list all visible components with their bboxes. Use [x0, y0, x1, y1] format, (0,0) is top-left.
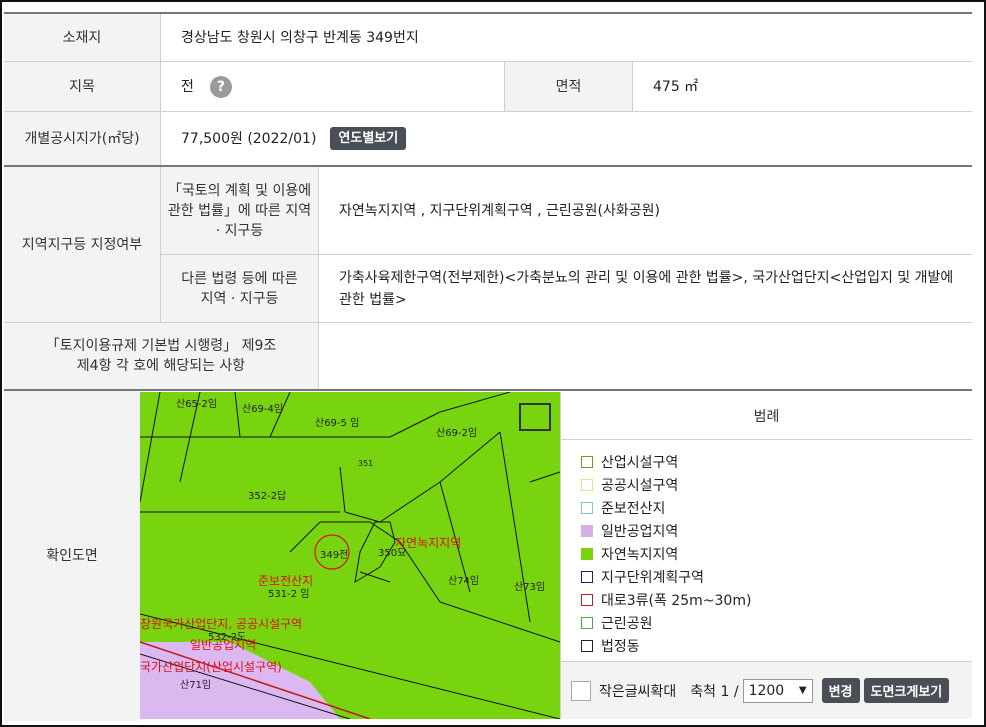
legend-swatch-icon: [581, 455, 593, 468]
fullscreen-icon[interactable]: [520, 404, 550, 430]
small-text-checkbox[interactable]: [571, 680, 591, 701]
zone-label: 준보전산지: [258, 574, 314, 588]
enlarge-map-button[interactable]: 도면크게보기: [863, 678, 950, 703]
yearly-view-button[interactable]: 연도별보기: [330, 127, 407, 150]
legend-item-label: 산업시설구역: [601, 454, 679, 471]
legend-item: 공공시설구역: [581, 473, 972, 496]
zone-label: 자연녹지지역: [395, 536, 462, 550]
chevron-down-icon: ▼: [798, 685, 807, 696]
zoning-label: 지역지구등 지정여부: [4, 167, 160, 322]
legend-item-label: 일반공업지역: [601, 523, 679, 540]
question-icon[interactable]: ?: [209, 75, 232, 98]
legend-item-label: 대로3류(폭 25m~30m): [601, 592, 752, 609]
legend-swatch-icon: [581, 593, 593, 606]
row-map: 확인도면 산65-2임 산69-4임 산69-5 임 산69-2임 351 35…: [4, 391, 972, 721]
legend-title: 범례: [561, 392, 972, 440]
parcel-label: 산69-5 임: [315, 418, 360, 429]
location-value: 경상남도 창원시 의창구 반계동 349번지: [160, 14, 972, 61]
zone-label: 창원국가산업단지, 공공시설구역: [140, 617, 303, 631]
legend-item: 일반공업지역: [581, 519, 972, 542]
land-category-value: 전: [181, 78, 194, 95]
legend-footer: 작은글씨확대 축척 1 / 1200 ▼ 변경 도면크게보기: [561, 661, 972, 719]
legend-item-label: 지구단위계획구역: [601, 569, 705, 586]
map-view[interactable]: 산65-2임 산69-4임 산69-5 임 산69-2임 351 352-2답 …: [140, 392, 560, 719]
legend-swatch-icon: [581, 547, 593, 560]
zoning-sub1-value: 자연녹지지역 , 지구단위계획구역 , 근린공원(사화공원): [318, 167, 972, 255]
parcel-label: 352-2답: [248, 491, 287, 502]
legend-item: 자연녹지지역: [581, 542, 972, 565]
parcel-label: 산69-4임: [242, 404, 284, 415]
official-price-value: 77,500원 (2022/01): [181, 130, 317, 147]
map-label: 확인도면: [4, 391, 140, 721]
parcel-label: 산71임: [180, 680, 212, 691]
scale-select[interactable]: 1200 ▼: [742, 678, 813, 703]
legend-item: 산업시설구역: [581, 450, 972, 473]
row-official-price: 개별공시지가(㎡당) 77,500원 (2022/01) 연도별보기: [4, 112, 972, 167]
legend-item: 근린공원: [581, 611, 972, 634]
parcel-label: 산65-2임: [176, 399, 218, 410]
zone-label: 국가산업단지(산업시설구역): [140, 660, 282, 674]
legend-swatch-icon: [581, 639, 593, 652]
land-category-cell: 전 ?: [160, 62, 504, 111]
legend-item: 준보전산지: [581, 496, 972, 519]
zoning-sub1-label: 「국토의 계획 및 이용에 관한 법률」에 따른 지역 · 지구등: [160, 167, 318, 255]
zone-label: 일반공업지역: [190, 638, 257, 652]
location-label: 소재지: [4, 14, 160, 61]
row-location: 소재지 경상남도 창원시 의창구 반계동 349번지: [4, 14, 972, 62]
small-text-label: 작은글씨확대: [599, 683, 677, 700]
legend-swatch-icon: [581, 524, 593, 537]
area-label: 면적: [504, 62, 632, 111]
zoning-sub2-value: 가축사육제한구역(전부제한)<가축분뇨의 관리 및 이용에 관한 법률>, 국가…: [318, 255, 972, 322]
legend-item-label: 법정동: [601, 638, 640, 655]
parcel-label: 349전: [320, 550, 349, 561]
change-scale-button[interactable]: 변경: [821, 678, 860, 703]
legend-item: 대로3류(폭 25m~30m): [581, 588, 972, 611]
legend-swatch-icon: [581, 501, 593, 514]
legend-item: 지구단위계획구역: [581, 565, 972, 588]
official-price-cell: 77,500원 (2022/01) 연도별보기: [160, 112, 972, 165]
legend-list: 산업시설구역공공시설구역준보전산지일반공업지역자연녹지지역지구단위계획구역대로3…: [561, 440, 972, 657]
row-regulation: 「토지이용규제 기본법 시행령」 제9조 제4항 각 호에 해당되는 사항: [4, 323, 972, 391]
zoning-sub2-label: 다른 법령 등에 따른 지역 · 지구등: [160, 255, 318, 322]
land-info-table: 소재지 경상남도 창원시 의창구 반계동 349번지 지목 전 ? 면적 475…: [4, 12, 972, 721]
parcel-label: 산74임: [448, 576, 480, 587]
legend-swatch-icon: [581, 478, 593, 491]
parcel-label: 산73임: [514, 582, 546, 593]
legend-swatch-icon: [581, 570, 593, 583]
scale-value: 1200: [748, 682, 785, 699]
legend-item-label: 자연녹지지역: [601, 546, 679, 563]
legend-item-label: 준보전산지: [601, 500, 666, 517]
row-zoning: 지역지구등 지정여부 「국토의 계획 및 이용에 관한 법률」에 따른 지역 ·…: [4, 167, 972, 323]
parcel-label: 351: [358, 459, 374, 468]
legend-panel: 범례 산업시설구역공공시설구역준보전산지일반공업지역자연녹지지역지구단위계획구역…: [560, 392, 972, 719]
legend-item-label: 공공시설구역: [601, 477, 679, 494]
legend-swatch-icon: [581, 616, 593, 629]
row-land-category: 지목 전 ? 면적 475 ㎡: [4, 62, 972, 112]
regulation-label: 「토지이용규제 기본법 시행령」 제9조 제4항 각 호에 해당되는 사항: [4, 323, 318, 389]
legend-item: 법정동: [581, 634, 972, 657]
area-value: 475 ㎡: [632, 62, 972, 111]
legend-item-label: 근린공원: [601, 615, 653, 632]
parcel-label: 산69-2임: [436, 428, 478, 439]
official-price-label: 개별공시지가(㎡당): [4, 112, 160, 165]
land-category-label: 지목: [4, 62, 160, 111]
regulation-value: [318, 323, 972, 389]
scale-label: 축척 1 /: [690, 683, 739, 700]
